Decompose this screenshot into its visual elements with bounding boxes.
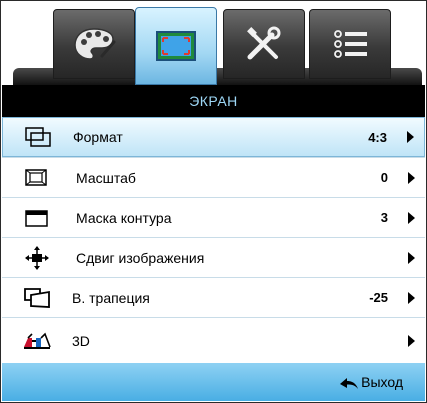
menu-item-label: Формат <box>73 129 123 145</box>
menu-item-image-shift[interactable]: Сдвиг изображения <box>2 237 425 277</box>
display-screen-icon <box>156 31 196 61</box>
options-list-icon <box>334 30 367 58</box>
menu-item-label: 3D <box>72 332 90 349</box>
menu-item-3d[interactable]: 3D <box>2 317 425 363</box>
back-arrow-icon <box>340 378 358 389</box>
menu-item-value: 4:3 <box>368 129 387 145</box>
menu-item-edge-mask[interactable]: Маска контура 3 <box>2 197 425 237</box>
zoom-frame-icon <box>25 168 47 186</box>
chevron-right-icon <box>408 171 415 184</box>
palette-icon <box>74 28 116 60</box>
tab-display[interactable] <box>135 7 217 85</box>
chevron-right-icon <box>407 131 414 143</box>
edge-mask-icon <box>25 209 48 227</box>
menu-item-label: Маска контура <box>76 209 172 226</box>
menu-item-format[interactable]: Формат 4:3 <box>2 117 425 157</box>
footer-bar: Выход <box>2 363 425 401</box>
image-shift-icon <box>25 245 49 270</box>
chevron-right-icon <box>408 211 415 224</box>
osd-menu: ЭКРАН Формат 4:3 Масштаб 0 Маска контура… <box>0 0 427 403</box>
menu-item-keystone[interactable]: В. трапеция -25 <box>2 277 425 317</box>
menu-item-value: 3 <box>380 210 388 225</box>
exit-button[interactable]: Выход <box>315 363 425 401</box>
chevron-right-icon <box>408 291 415 304</box>
tab-options[interactable] <box>309 9 391 79</box>
menu-item-value: 0 <box>380 170 388 185</box>
menu-item-value: -25 <box>369 290 388 305</box>
aspect-ratio-icon <box>25 127 51 147</box>
menu-item-label: В. трапеция <box>72 289 150 306</box>
chevron-right-icon <box>408 251 415 264</box>
menu-item-label: Сдвиг изображения <box>76 249 205 266</box>
tab-image-settings[interactable] <box>53 9 135 79</box>
tab-bar <box>1 1 426 85</box>
menu-item-zoom[interactable]: Масштаб 0 <box>2 157 425 197</box>
menu-title: ЭКРАН <box>2 85 425 117</box>
tab-setup[interactable] <box>223 9 305 79</box>
keystone-icon <box>24 287 50 308</box>
chevron-right-icon <box>408 334 415 347</box>
exit-label: Выход <box>361 374 403 390</box>
3d-glasses-icon <box>24 332 51 349</box>
menu-item-label: Масштаб <box>76 169 136 186</box>
tools-icon <box>247 26 281 60</box>
